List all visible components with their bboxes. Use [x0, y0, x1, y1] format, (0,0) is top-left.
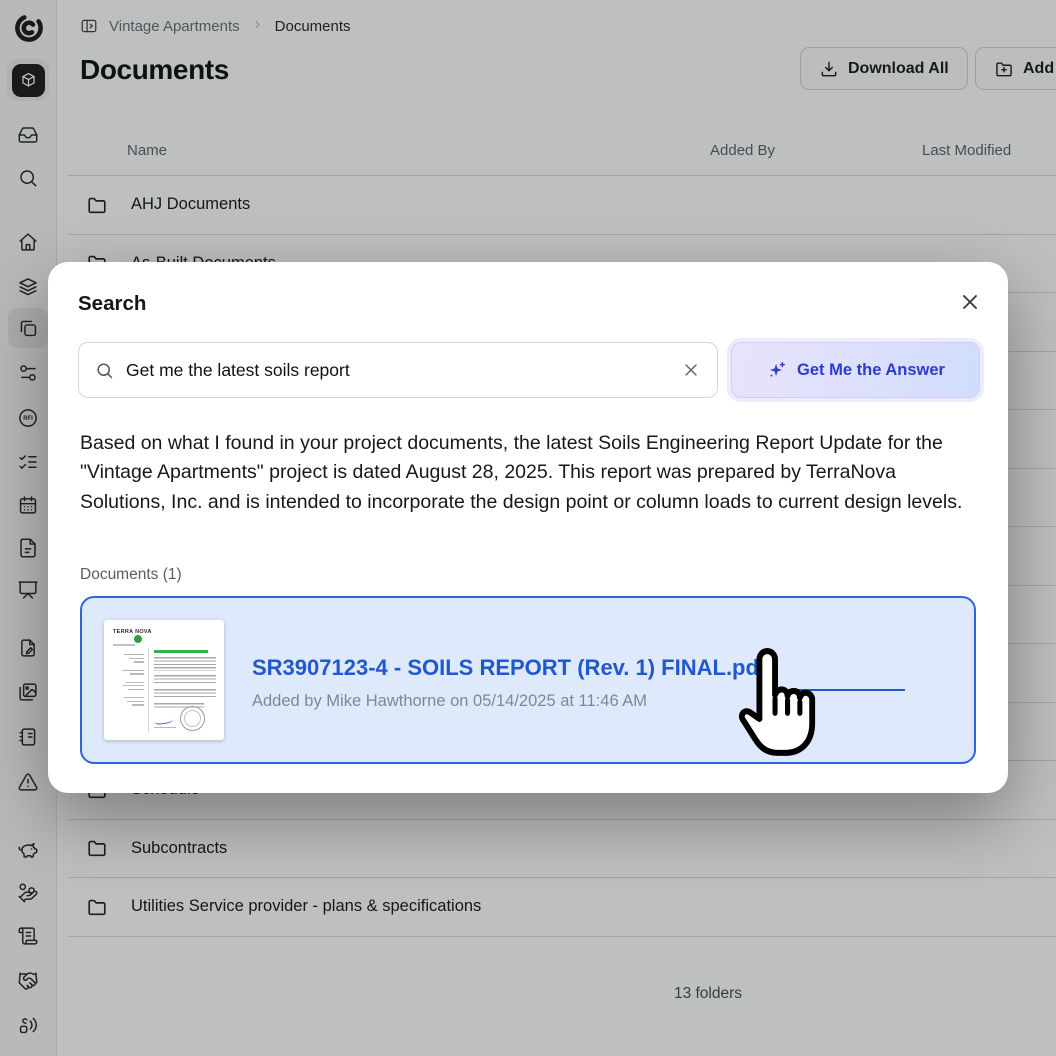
- search-input[interactable]: [126, 360, 669, 381]
- magnifier-icon: [95, 361, 114, 380]
- search-modal: Search Get Me the Answer Based on what I…: [48, 262, 1008, 793]
- thumbnail-seal: [180, 706, 205, 731]
- document-filename-link[interactable]: SR3907123-4 - SOILS REPORT (Rev. 1) FINA…: [252, 655, 766, 681]
- close-icon[interactable]: [958, 290, 982, 314]
- thumbnail-logo-dot: [134, 635, 142, 643]
- clear-search-icon[interactable]: [681, 360, 701, 380]
- thumbnail-signature: [154, 716, 174, 726]
- app-window: RFI Vintage Apartments Documents Documen…: [0, 0, 1056, 1056]
- thumbnail-company-name: TERRA NOVA: [113, 629, 152, 635]
- hand-pointer-cursor: [734, 646, 820, 760]
- get-me-the-answer-button[interactable]: Get Me the Answer: [731, 342, 980, 398]
- modal-title: Search: [78, 292, 146, 316]
- sparkles-icon: [766, 360, 787, 381]
- answer-button-label: Get Me the Answer: [797, 361, 945, 380]
- ai-answer-text: Based on what I found in your project do…: [80, 429, 982, 517]
- document-added-info: Added by Mike Hawthorne on 05/14/2025 at…: [252, 692, 647, 711]
- results-section-label: Documents (1): [80, 566, 182, 584]
- document-result-card[interactable]: TERRA NOVA SR3907123-4 -: [80, 596, 976, 764]
- search-input-container: [78, 342, 718, 398]
- document-thumbnail: TERRA NOVA: [104, 620, 224, 740]
